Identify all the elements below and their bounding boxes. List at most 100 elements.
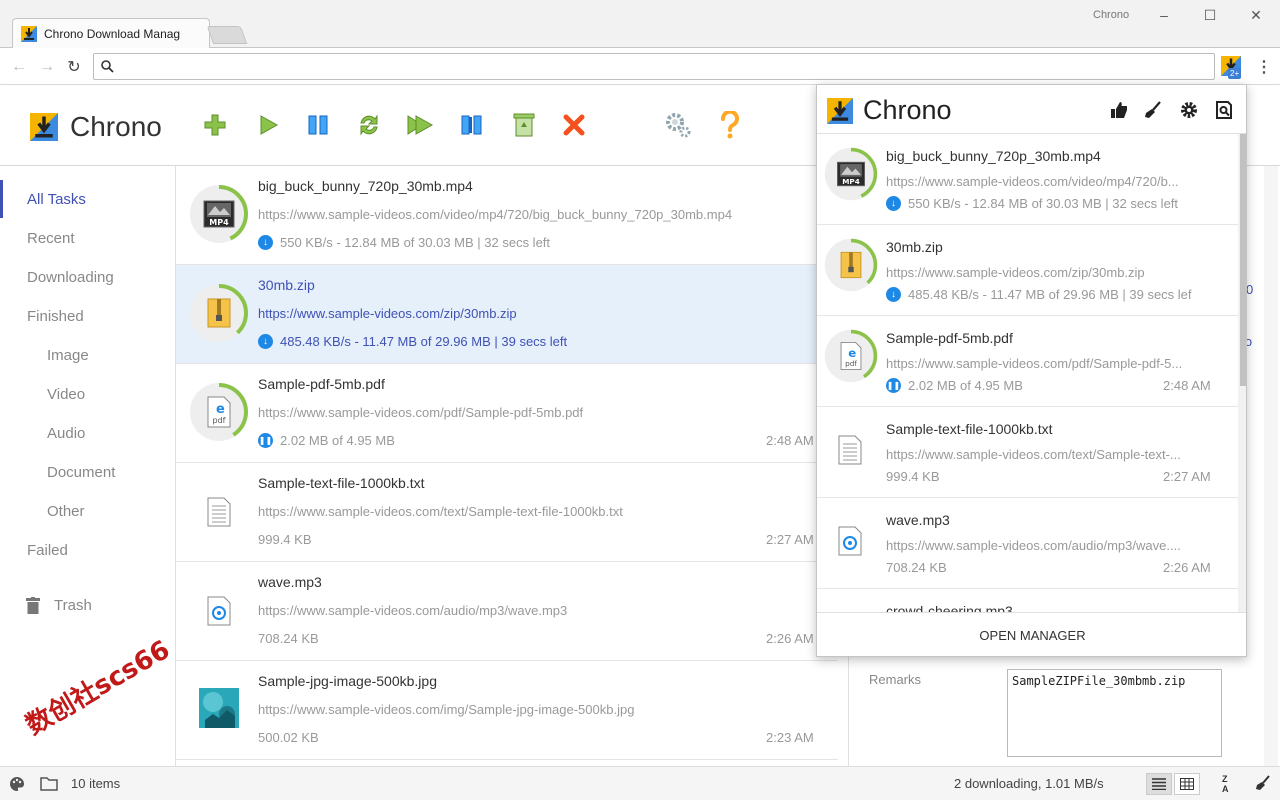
sniffer-button[interactable] xyxy=(1213,99,1235,121)
pause-button[interactable] xyxy=(303,110,333,140)
task-row[interactable]: wave.mp3 https://www.sample-videos.com/a… xyxy=(176,562,838,661)
task-status: 708.24 KB xyxy=(258,631,319,646)
sidebar-item-label: Image xyxy=(47,346,89,364)
folder-icon[interactable] xyxy=(40,776,58,791)
clear-list-button[interactable] xyxy=(1142,99,1164,121)
new-tab-button[interactable] xyxy=(206,26,248,44)
task-name[interactable]: big_buck_bunny_720p_30mb.mp4 xyxy=(886,148,1101,164)
sidebar-item-image[interactable]: Image xyxy=(0,336,176,374)
task-name[interactable]: Sample-pdf-5mb.pdf xyxy=(258,376,385,392)
app-brand: Chrono xyxy=(30,111,162,143)
browser-tab[interactable]: Chrono Download Manag xyxy=(12,18,210,48)
task-name[interactable]: wave.mp3 xyxy=(886,512,950,528)
task-status: 500.02 KB xyxy=(258,730,319,745)
sidebar-item-label: Trash xyxy=(54,596,92,614)
svg-text:e: e xyxy=(848,346,856,360)
task-url: https://www.sample-videos.com/pdf/Sample… xyxy=(258,405,584,420)
start-button[interactable] xyxy=(253,110,283,140)
minimize-button[interactable]: – xyxy=(1144,4,1184,26)
sidebar-item-label: Downloading xyxy=(27,268,114,286)
sidebar-item-failed[interactable]: Failed xyxy=(0,531,176,569)
open-manager-button[interactable]: OPEN MANAGER xyxy=(817,612,1246,656)
task-time: 2:27 AM xyxy=(1163,469,1211,484)
settings-button[interactable] xyxy=(663,110,693,140)
maximize-button[interactable]: ☐ xyxy=(1190,4,1230,26)
task-row[interactable]: Sample-text-file-1000kb.txt https://www.… xyxy=(176,463,838,562)
like-button[interactable] xyxy=(1108,99,1130,121)
list-view-button[interactable] xyxy=(1146,773,1172,795)
task-name[interactable]: crowd-cheering.mp3 xyxy=(886,603,1013,612)
popup-task-row[interactable]: crowd-cheering.mp3 xyxy=(817,589,1238,612)
retry-button[interactable] xyxy=(354,110,384,140)
sidebar-item-all-tasks[interactable]: All Tasks xyxy=(0,180,176,218)
add-task-button[interactable] xyxy=(200,110,230,140)
broom-icon[interactable] xyxy=(1255,775,1271,791)
sidebar-item-recent[interactable]: Recent xyxy=(0,219,176,257)
chrono-extension-button[interactable]: 2+ xyxy=(1219,54,1244,80)
pause-all-button[interactable] xyxy=(457,110,487,140)
sidebar-item-label: Failed xyxy=(27,541,68,559)
popup-scrollbar[interactable] xyxy=(1238,134,1246,612)
mp4-icon: MP4 xyxy=(203,200,235,228)
task-name[interactable]: Sample-pdf-5mb.pdf xyxy=(886,330,1013,346)
task-url: https://www.sample-videos.com/img/Sample… xyxy=(258,702,635,717)
close-window-button[interactable]: ✕ xyxy=(1236,4,1276,26)
popup-task-row[interactable]: 30mb.zip https://www.sample-videos.com/z… xyxy=(817,225,1238,316)
task-name[interactable]: Sample-text-file-1000kb.txt xyxy=(258,475,425,491)
sidebar-item-document[interactable]: Document xyxy=(0,453,176,491)
sort-icon[interactable]: ZA xyxy=(1222,774,1229,794)
popup-task-row[interactable]: e pdf Sample-pdf-5mb.pdf https://www.samp… xyxy=(817,316,1238,407)
popup-task-row[interactable]: Sample-text-file-1000kb.txt https://www.… xyxy=(817,407,1238,498)
palette-icon[interactable] xyxy=(9,776,25,792)
task-name[interactable]: wave.mp3 xyxy=(258,574,322,590)
task-url: https://www.sample-videos.com/audio/mp3/… xyxy=(886,538,1181,553)
thumbs-up-icon xyxy=(1111,102,1127,118)
task-name[interactable]: 30mb.zip xyxy=(886,239,943,255)
task-row[interactable]: 30mb.zip https://www.sample-videos.com/z… xyxy=(176,265,838,364)
task-status-text: 485.48 KB/s - 11.47 MB of 29.96 MB | 39 … xyxy=(280,334,568,349)
popup-settings-button[interactable] xyxy=(1178,99,1200,121)
start-all-button[interactable] xyxy=(405,110,435,140)
remarks-textarea[interactable]: SampleZIPFile_30mbmb.zip xyxy=(1007,669,1222,757)
task-status: ↓ 485.48 KB/s - 11.47 MB of 29.96 MB | 39… xyxy=(886,287,1192,302)
delete-button[interactable] xyxy=(559,110,589,140)
address-input[interactable] xyxy=(93,53,1215,80)
chrono-logo-icon xyxy=(30,113,58,141)
sidebar-item-audio[interactable]: Audio xyxy=(0,414,176,452)
popup-task-row[interactable]: MP4 big_buck_bunny_720p_30mb.mp4 https:/… xyxy=(817,134,1238,225)
text-file-icon xyxy=(202,495,236,529)
back-button[interactable]: ← xyxy=(8,56,30,78)
settings-icon xyxy=(666,113,691,138)
popup-scroll-thumb[interactable] xyxy=(1240,134,1246,386)
reload-button[interactable]: ↻ xyxy=(63,56,85,78)
task-row[interactable]: MP4 big_buck_bunny_720p_30mb.mp4 https:/… xyxy=(176,166,838,265)
sidebar-item-trash[interactable]: Trash xyxy=(0,586,176,624)
tab-title: Chrono Download Manag xyxy=(44,26,181,41)
sidebar-item-downloading[interactable]: Downloading xyxy=(0,258,176,296)
sidebar-item-other[interactable]: Other xyxy=(0,492,176,530)
broom-icon xyxy=(1145,101,1161,118)
popup-task-row[interactable]: wave.mp3 https://www.sample-videos.com/a… xyxy=(817,498,1238,589)
list-view-icon xyxy=(1152,778,1166,790)
task-name[interactable]: 30mb.zip xyxy=(258,277,315,293)
progress-ring: MP4 xyxy=(190,185,248,243)
task-name[interactable]: Sample-text-file-1000kb.txt xyxy=(886,421,1053,437)
trash-icon xyxy=(26,596,40,614)
browser-menu-icon[interactable]: ⋮ xyxy=(1256,57,1272,77)
mp4-icon: MP4 xyxy=(837,161,865,187)
forward-button[interactable]: → xyxy=(36,56,58,78)
help-button[interactable] xyxy=(715,110,745,140)
clear-finished-button[interactable] xyxy=(509,110,539,140)
sidebar-item-video[interactable]: Video xyxy=(0,375,176,413)
sidebar-item-label: Other xyxy=(47,502,85,520)
task-name[interactable]: big_buck_bunny_720p_30mb.mp4 xyxy=(258,178,473,194)
page-scrollbar[interactable] xyxy=(1264,166,1278,766)
grid-view-button[interactable] xyxy=(1174,773,1200,795)
task-time: 2:27 AM xyxy=(766,532,814,547)
task-row[interactable]: e pdf Sample-pdf-5mb.pdf https://www.samp… xyxy=(176,364,838,463)
window-title: Chrono xyxy=(1093,9,1130,21)
task-name[interactable]: Sample-jpg-image-500kb.jpg xyxy=(258,673,437,689)
start-all-icon xyxy=(407,115,434,135)
sidebar-item-finished[interactable]: Finished xyxy=(0,297,176,335)
task-row[interactable]: Sample-jpg-image-500kb.jpg https://www.s… xyxy=(176,661,838,760)
